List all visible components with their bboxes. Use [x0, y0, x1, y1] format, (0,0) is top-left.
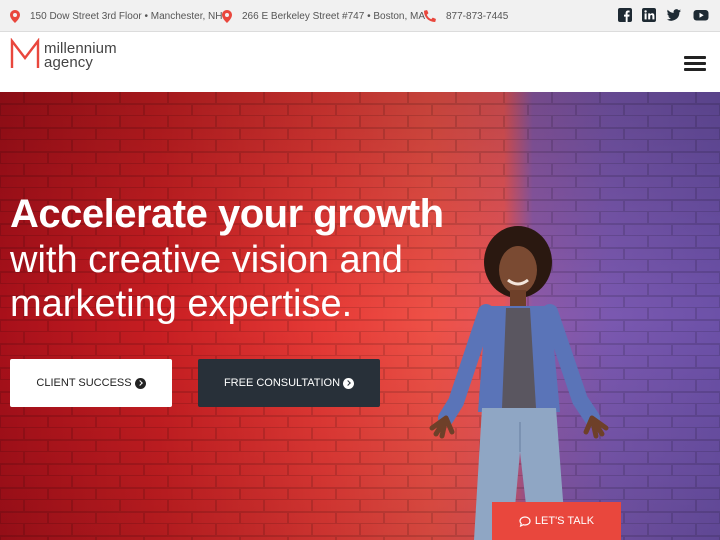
- map-pin-icon: [222, 9, 232, 23]
- free-consultation-label: FREE CONSULTATION: [223, 377, 341, 389]
- free-consultation-button[interactable]: FREE CONSULTATION: [198, 359, 380, 407]
- millennium-logo-icon[interactable]: [10, 38, 40, 70]
- youtube-icon[interactable]: [693, 7, 709, 23]
- hero-headline: Accelerate your growth: [10, 192, 444, 236]
- map-pin-icon: [10, 9, 20, 23]
- address-manchester[interactable]: 150 Dow Street 3rd Floor • Manchester, N…: [10, 0, 222, 32]
- facebook-icon[interactable]: [617, 7, 633, 23]
- twitter-icon[interactable]: [666, 7, 682, 23]
- top-info-bar: 150 Dow Street 3rd Floor • Manchester, N…: [0, 0, 720, 32]
- phone-link[interactable]: 877-873-7445: [424, 0, 508, 32]
- address-boston[interactable]: 266 E Berkeley Street #747 • Boston, MA: [222, 0, 425, 32]
- phone-icon: [424, 10, 436, 22]
- linkedin-icon[interactable]: [641, 7, 657, 23]
- logo-line-2: agency: [44, 54, 93, 71]
- logo-wordmark[interactable]: millennium agency: [44, 41, 117, 71]
- chat-bubble-icon: [519, 515, 531, 527]
- hamburger-menu-icon[interactable]: [684, 56, 706, 72]
- lets-talk-label: LET'S TALK: [534, 515, 595, 527]
- site-header: millennium agency: [0, 32, 720, 92]
- client-success-label: CLIENT SUCCESS: [36, 377, 132, 389]
- hero-subline-1: with creative vision and: [10, 239, 403, 281]
- lets-talk-chat-button[interactable]: LET'S TALK: [492, 502, 621, 540]
- address-manchester-text: 150 Dow Street 3rd Floor • Manchester, N…: [30, 10, 223, 22]
- hero-person-image: [429, 226, 609, 540]
- client-success-button[interactable]: CLIENT SUCCESS: [10, 359, 172, 407]
- chevron-circle-right-icon: [343, 377, 355, 389]
- phone-number: 877-873-7445: [446, 10, 509, 22]
- hero-subline-2: marketing expertise.: [10, 283, 353, 325]
- address-boston-text: 266 E Berkeley Street #747 • Boston, MA: [242, 10, 426, 22]
- chevron-circle-right-icon: [134, 377, 146, 389]
- hero-section: Accelerate your growth with creative vis…: [0, 92, 720, 540]
